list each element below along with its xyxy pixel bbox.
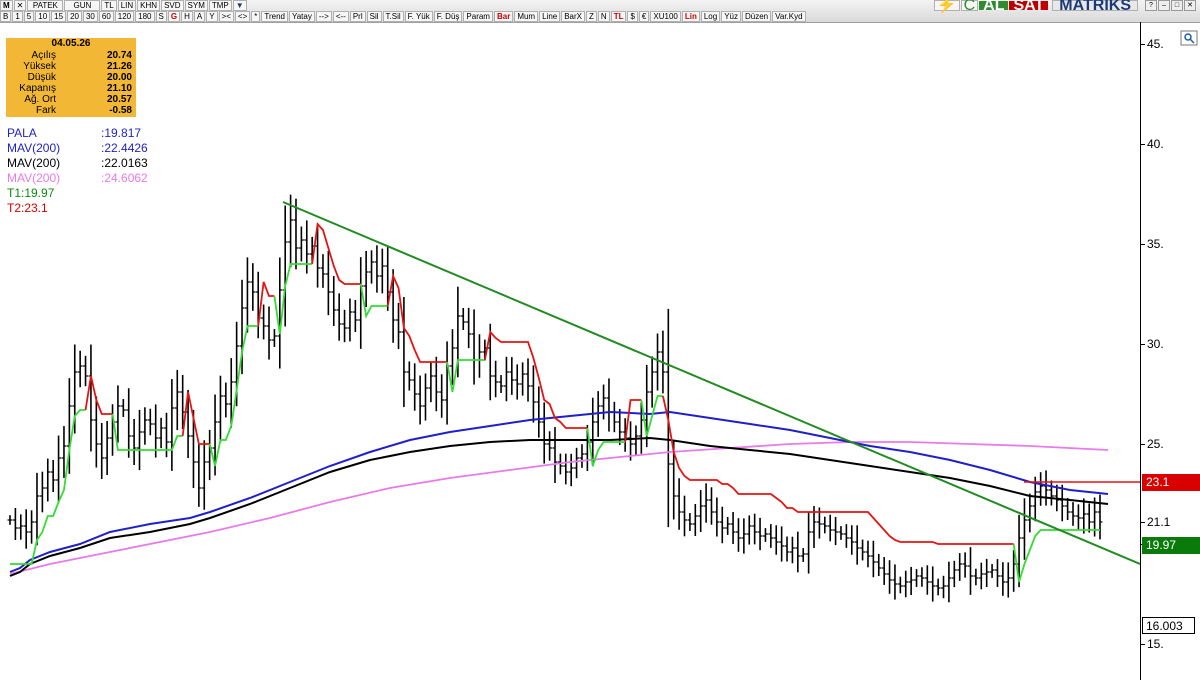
timeframe-button-5[interactable]: 20 <box>67 11 82 22</box>
axis-tick-label: 30. <box>1147 337 1164 351</box>
timeframe-button-2[interactable]: 5 <box>23 11 35 22</box>
timeframe-button-13[interactable]: A <box>193 11 206 22</box>
tool-button-20[interactable]: $ <box>627 11 638 22</box>
trailing-stop-line <box>1012 529 1100 583</box>
axis-tick <box>1140 144 1145 145</box>
axis-tick-label: 45. <box>1147 37 1164 51</box>
axis-tick-label: 25. <box>1147 437 1164 451</box>
tool-button-27[interactable]: Var.Kyd <box>772 11 806 22</box>
help-icon[interactable]: ? <box>1145 0 1157 11</box>
timeframe-button-6[interactable]: 30 <box>82 11 98 22</box>
trailing-stop-line <box>181 391 210 445</box>
tool-button-7[interactable]: Prl <box>349 11 366 22</box>
tool-button-16[interactable]: BarX <box>561 11 586 22</box>
brand-label: MATRİKS <box>1052 0 1138 14</box>
tool-button-21[interactable]: € <box>638 11 650 22</box>
tool-button-9[interactable]: T.Sil <box>382 11 404 22</box>
axis-tick-label: 40. <box>1147 137 1164 151</box>
tool-button-22[interactable]: XU100 <box>650 11 681 22</box>
trailing-stop-line <box>483 330 588 429</box>
tool-button-25[interactable]: Yüz <box>721 11 741 22</box>
trailing-stop-line <box>257 281 275 327</box>
tool-button-4[interactable]: Yatay <box>288 11 315 22</box>
price-axis: 45.40.35.30.25.21.12015. <box>1140 22 1200 680</box>
window-controls: ⚡ C AL SAT MATRİKS ? – □ ✕ <box>933 0 1196 14</box>
trailing-stop-line <box>84 375 113 415</box>
price-chart[interactable] <box>0 22 1140 680</box>
tool-button-12[interactable]: Param <box>463 11 493 22</box>
tool-button-26[interactable]: Düzen <box>742 11 772 22</box>
axis-tick <box>1140 444 1145 445</box>
close-icon[interactable]: ✕ <box>13 0 27 11</box>
t2-price-tag: 23.1 <box>1142 474 1200 491</box>
tool-button-2[interactable]: * <box>251 11 261 22</box>
axis-tick <box>1140 244 1145 245</box>
tool-button-6[interactable]: <-- <box>332 11 349 22</box>
tool-button-19[interactable]: TL <box>610 11 627 22</box>
axis-line <box>1140 22 1141 680</box>
toolbar-button-6[interactable]: SYM <box>184 0 208 11</box>
lightning-icon[interactable]: ⚡ <box>933 0 960 14</box>
timeframe-button-11[interactable]: G <box>167 11 181 22</box>
tool-button-1[interactable]: <> <box>234 11 251 22</box>
toolbar-button-2[interactable]: TL <box>101 0 117 11</box>
tool-button-18[interactable]: N <box>597 11 610 22</box>
timeframe-button-9[interactable]: 180 <box>135 11 155 22</box>
timeframe-button-3[interactable]: 10 <box>35 11 51 22</box>
timeframe-button-7[interactable]: 60 <box>98 11 114 22</box>
tool-button-5[interactable]: --> <box>315 11 332 22</box>
axis-tick-label: 21.1 <box>1147 515 1171 529</box>
timeframe-button-8[interactable]: 120 <box>114 11 135 22</box>
axis-tick <box>1140 522 1145 523</box>
tool-button-10[interactable]: F. Yük <box>404 11 433 22</box>
axis-tick <box>1140 344 1145 345</box>
toolbar-button-3[interactable]: LIN <box>117 0 137 11</box>
refresh-icon[interactable]: C <box>960 0 979 14</box>
tool-button-14[interactable]: Mum <box>514 11 539 22</box>
tool-button-11[interactable]: F. Düş <box>433 11 463 22</box>
tool-button-15[interactable]: Line <box>539 11 561 22</box>
trailing-stop-line <box>386 272 448 363</box>
sell-button[interactable]: SAT <box>1009 0 1049 14</box>
tool-button-13[interactable]: Bar <box>493 11 514 22</box>
dropdown-chevron-icon[interactable]: ▼ <box>232 0 247 11</box>
tool-button-17[interactable]: Z <box>586 11 597 22</box>
trailing-stop-line <box>359 283 388 319</box>
timeframe-button-10[interactable]: S <box>155 11 167 22</box>
timeframe-button-0[interactable]: B <box>0 11 12 22</box>
timeframe-button-14[interactable]: Y <box>206 11 218 22</box>
axis-tick <box>1140 44 1145 45</box>
axis-tick-label: 35. <box>1147 237 1164 251</box>
timeframe-button-12[interactable]: H <box>181 11 193 22</box>
low-price-box: 16.003 <box>1142 617 1195 634</box>
top-toolbar: M ✕ PATEK GUN TL LIN KHN SVD SYM TMP ▼ B 1 5 10 15 20… <box>0 0 1200 23</box>
window-close-icon[interactable]: ✕ <box>1184 0 1196 11</box>
axis-tick-label: 15. <box>1147 637 1164 651</box>
tool-button-24[interactable]: Log <box>700 11 721 22</box>
sma-blue-line <box>9 410 1109 573</box>
trailing-stop-line <box>208 325 259 467</box>
tool-button-8[interactable]: Sil <box>366 11 382 22</box>
toolbar-button-5[interactable]: SVD <box>161 0 184 11</box>
tool-button-23[interactable]: Lin <box>681 11 700 22</box>
toolbar-button-1[interactable]: GUN <box>64 0 101 11</box>
buy-button[interactable]: AL <box>979 0 1009 14</box>
toolbar-button-4[interactable]: KHN <box>137 0 161 11</box>
tool-button-3[interactable]: Trend <box>261 11 288 22</box>
minimize-icon[interactable]: – <box>1158 0 1170 11</box>
trailing-stop-line <box>311 221 361 285</box>
toolbar-button-0[interactable]: PATEK <box>27 0 64 11</box>
maximize-icon[interactable]: □ <box>1171 0 1183 11</box>
timeframe-button-4[interactable]: 15 <box>51 11 67 22</box>
axis-tick <box>1140 644 1145 645</box>
zoom-icon[interactable] <box>1180 30 1198 46</box>
timeframe-button-1[interactable]: 1 <box>12 11 23 22</box>
toolbar-button-7[interactable]: TMP <box>208 0 232 11</box>
tool-button-0[interactable]: >< <box>218 11 234 22</box>
t1-price-tag: 19.97 <box>1142 536 1200 554</box>
menu-m-button[interactable]: M <box>0 0 13 11</box>
